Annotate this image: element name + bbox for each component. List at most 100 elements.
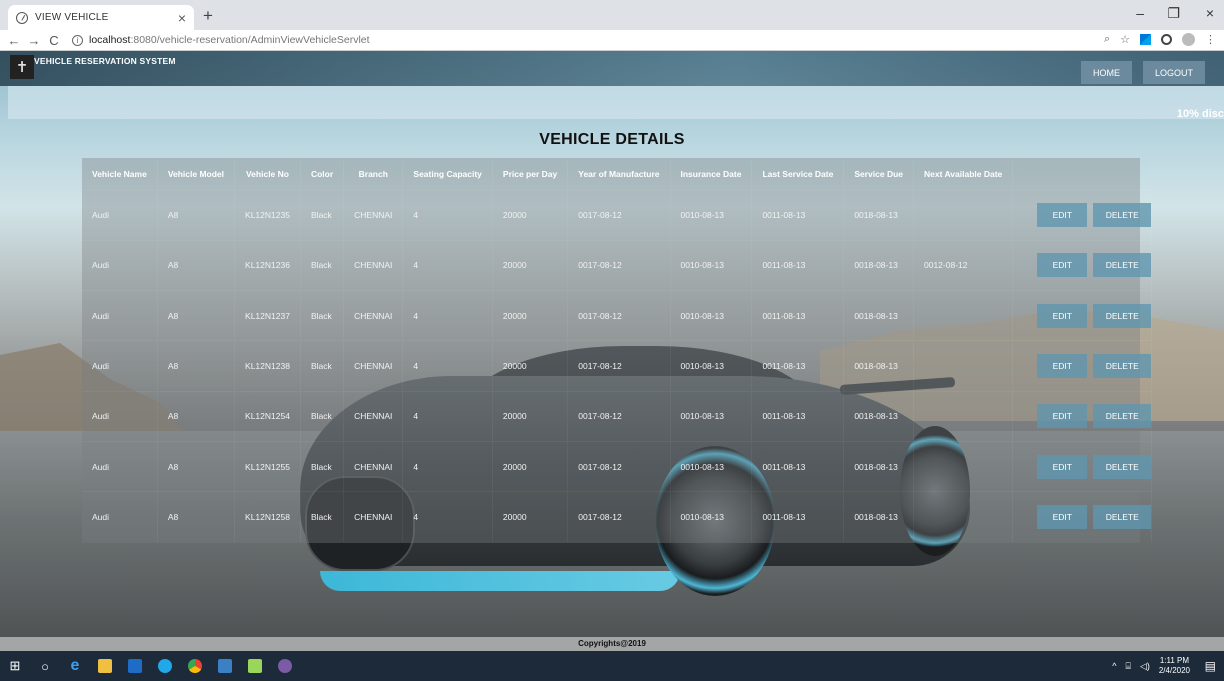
window-close-button[interactable]: × xyxy=(1206,5,1214,21)
cell-vehicle-no: KL12N1236 xyxy=(234,239,301,291)
edit-button[interactable]: EDIT xyxy=(1037,354,1088,379)
cell-color: Black xyxy=(300,390,345,442)
table-header-row: Vehicle Name Vehicle Model Vehicle No Color… xyxy=(82,158,1152,190)
column-header-seating-capacity: Seating Capacity xyxy=(402,158,493,190)
edit-button[interactable]: EDIT xyxy=(1037,253,1088,278)
cell-vehicle-no: KL12N1235 xyxy=(234,189,301,241)
star-icon[interactable]: ☆ xyxy=(1120,33,1130,46)
cell-branch: CHENNAI xyxy=(343,340,404,392)
notepad-icon[interactable] xyxy=(240,651,270,681)
url-path: :8080/vehicle-reservation/AdminViewVehic… xyxy=(130,34,370,46)
cell-vehicle-name: Audi xyxy=(82,290,158,341)
column-header-price-per-day: Price per Day xyxy=(492,158,569,190)
delete-button[interactable]: DELETE xyxy=(1093,505,1152,530)
column-header-year-of-manufacture: Year of Manufacture xyxy=(567,158,671,190)
cell-price-per-day: 20000 xyxy=(492,290,569,341)
column-header-insurance-date: Insurance Date xyxy=(670,158,753,190)
edit-button[interactable]: EDIT xyxy=(1037,505,1088,530)
cell-insurance-date: 0010-08-13 xyxy=(670,440,753,492)
cell-vehicle-name: Audi xyxy=(82,189,158,241)
cell-last-service-date: 0011-08-13 xyxy=(751,340,845,392)
edit-button[interactable]: EDIT xyxy=(1037,404,1088,429)
menu-dots-icon[interactable]: ⋮ xyxy=(1205,33,1216,46)
windows-extension-icon[interactable] xyxy=(1140,34,1151,45)
logout-button[interactable]: LOGOUT xyxy=(1143,61,1205,84)
edit-button[interactable]: EDIT xyxy=(1037,454,1088,479)
cell-price-per-day: 20000 xyxy=(492,189,569,241)
edit-button[interactable]: EDIT xyxy=(1037,303,1088,328)
eclipse-icon[interactable] xyxy=(270,651,300,681)
tab-view-vehicle[interactable]: VIEW VEHICLE × xyxy=(8,5,194,30)
chevron-up-icon[interactable]: ^ xyxy=(1112,661,1116,671)
search-icon[interactable]: ○ xyxy=(30,651,60,681)
volume-icon[interactable]: ◁) xyxy=(1140,661,1150,672)
outlook-icon[interactable] xyxy=(120,651,150,681)
delete-button[interactable]: DELETE xyxy=(1093,454,1152,479)
cell-year-of-manufacture: 0017-08-12 xyxy=(567,390,671,442)
url-field[interactable]: i localhost :8080/vehicle-reservation/Ad… xyxy=(72,34,370,46)
edit-button[interactable]: EDIT xyxy=(1037,203,1088,228)
vehicle-table: Vehicle Name Vehicle Model Vehicle No Color… xyxy=(82,158,1153,543)
extension-icon[interactable] xyxy=(1161,34,1172,45)
column-header-next-available-date: Next Available Date xyxy=(913,158,1014,190)
vscode-icon[interactable] xyxy=(210,651,240,681)
cell-actions: EDIT DELETE xyxy=(1012,340,1153,392)
cell-actions: EDIT DELETE xyxy=(1012,290,1153,341)
column-header-vehicle-name: Vehicle Name xyxy=(82,158,158,190)
restore-button[interactable]: ❐ xyxy=(1167,5,1180,22)
column-header-actions xyxy=(1013,158,1152,190)
cell-price-per-day: 20000 xyxy=(492,440,569,492)
column-header-vehicle-model: Vehicle Model xyxy=(157,158,236,190)
cell-next-available-date xyxy=(913,340,1014,392)
cell-vehicle-model: A8 xyxy=(157,290,236,341)
notification-icon[interactable]: ▤ xyxy=(1205,659,1216,673)
cell-vehicle-no: KL12N1238 xyxy=(234,340,301,392)
address-bar: ← → C i localhost :8080/vehicle-reservat… xyxy=(0,30,1224,51)
table-row: Audi A8 KL12N1238 Black CHENNAI 4 20000 0017-08… xyxy=(82,340,1153,392)
skype-icon[interactable] xyxy=(150,651,180,681)
cell-vehicle-model: A8 xyxy=(157,189,236,241)
chrome-icon[interactable] xyxy=(180,651,210,681)
cell-vehicle-name: Audi xyxy=(82,491,158,543)
delete-button[interactable]: DELETE xyxy=(1093,203,1152,228)
cell-branch: CHENNAI xyxy=(343,239,404,291)
home-button[interactable]: HOME xyxy=(1081,61,1132,84)
edge-icon[interactable]: e xyxy=(60,651,90,681)
site-header: ✝ VEHICLE RESERVATION SYSTEM HOME LOGOUT xyxy=(0,51,1224,86)
cell-actions: EDIT DELETE xyxy=(1012,189,1153,241)
brand-title: VEHICLE RESERVATION SYSTEM xyxy=(34,56,176,66)
cell-actions: EDIT DELETE xyxy=(1012,491,1153,543)
cell-last-service-date: 0011-08-13 xyxy=(751,390,845,442)
file-explorer-icon[interactable] xyxy=(90,651,120,681)
minimize-button[interactable]: – xyxy=(1136,5,1144,21)
delete-button[interactable]: DELETE xyxy=(1093,404,1152,429)
reload-icon[interactable]: C xyxy=(44,33,64,48)
network-icon[interactable]: ⌸ xyxy=(1126,661,1131,672)
vehicle-table-container: Vehicle Name Vehicle Model Vehicle No Color… xyxy=(82,158,1153,543)
back-arrow-icon[interactable]: ← xyxy=(4,33,24,48)
delete-button[interactable]: DELETE xyxy=(1093,354,1152,379)
cell-service-due: 0018-08-13 xyxy=(843,189,914,241)
cell-vehicle-name: Audi xyxy=(82,440,158,492)
new-tab-button[interactable]: + xyxy=(203,6,213,26)
info-icon[interactable]: i xyxy=(72,34,83,46)
cell-year-of-manufacture: 0017-08-12 xyxy=(567,340,671,392)
zoom-icon[interactable]: ⌕ xyxy=(1104,33,1110,46)
cell-vehicle-name: Audi xyxy=(82,239,158,291)
cell-seating-capacity: 4 xyxy=(402,390,493,442)
delete-button[interactable]: DELETE xyxy=(1093,303,1152,328)
cell-next-available-date xyxy=(913,189,1014,241)
cell-last-service-date: 0011-08-13 xyxy=(751,491,845,543)
cell-color: Black xyxy=(300,239,345,291)
forward-arrow-icon[interactable]: → xyxy=(24,33,44,48)
cell-seating-capacity: 4 xyxy=(402,239,493,291)
toolbar-icons: ⌕ ☆ ⋮ xyxy=(1104,33,1216,46)
profile-avatar-icon[interactable] xyxy=(1182,33,1195,46)
tab-close-icon[interactable]: × xyxy=(178,10,186,26)
clock[interactable]: 1:11 PM 2/4/2020 xyxy=(1159,656,1190,676)
cell-next-available-date xyxy=(913,491,1014,543)
cell-color: Black xyxy=(300,189,345,241)
table-row: Audi A8 KL12N1236 Black CHENNAI 4 20000 0017-08… xyxy=(82,239,1153,291)
windows-start-icon[interactable]: ⊞ xyxy=(0,651,30,681)
delete-button[interactable]: DELETE xyxy=(1093,253,1152,278)
